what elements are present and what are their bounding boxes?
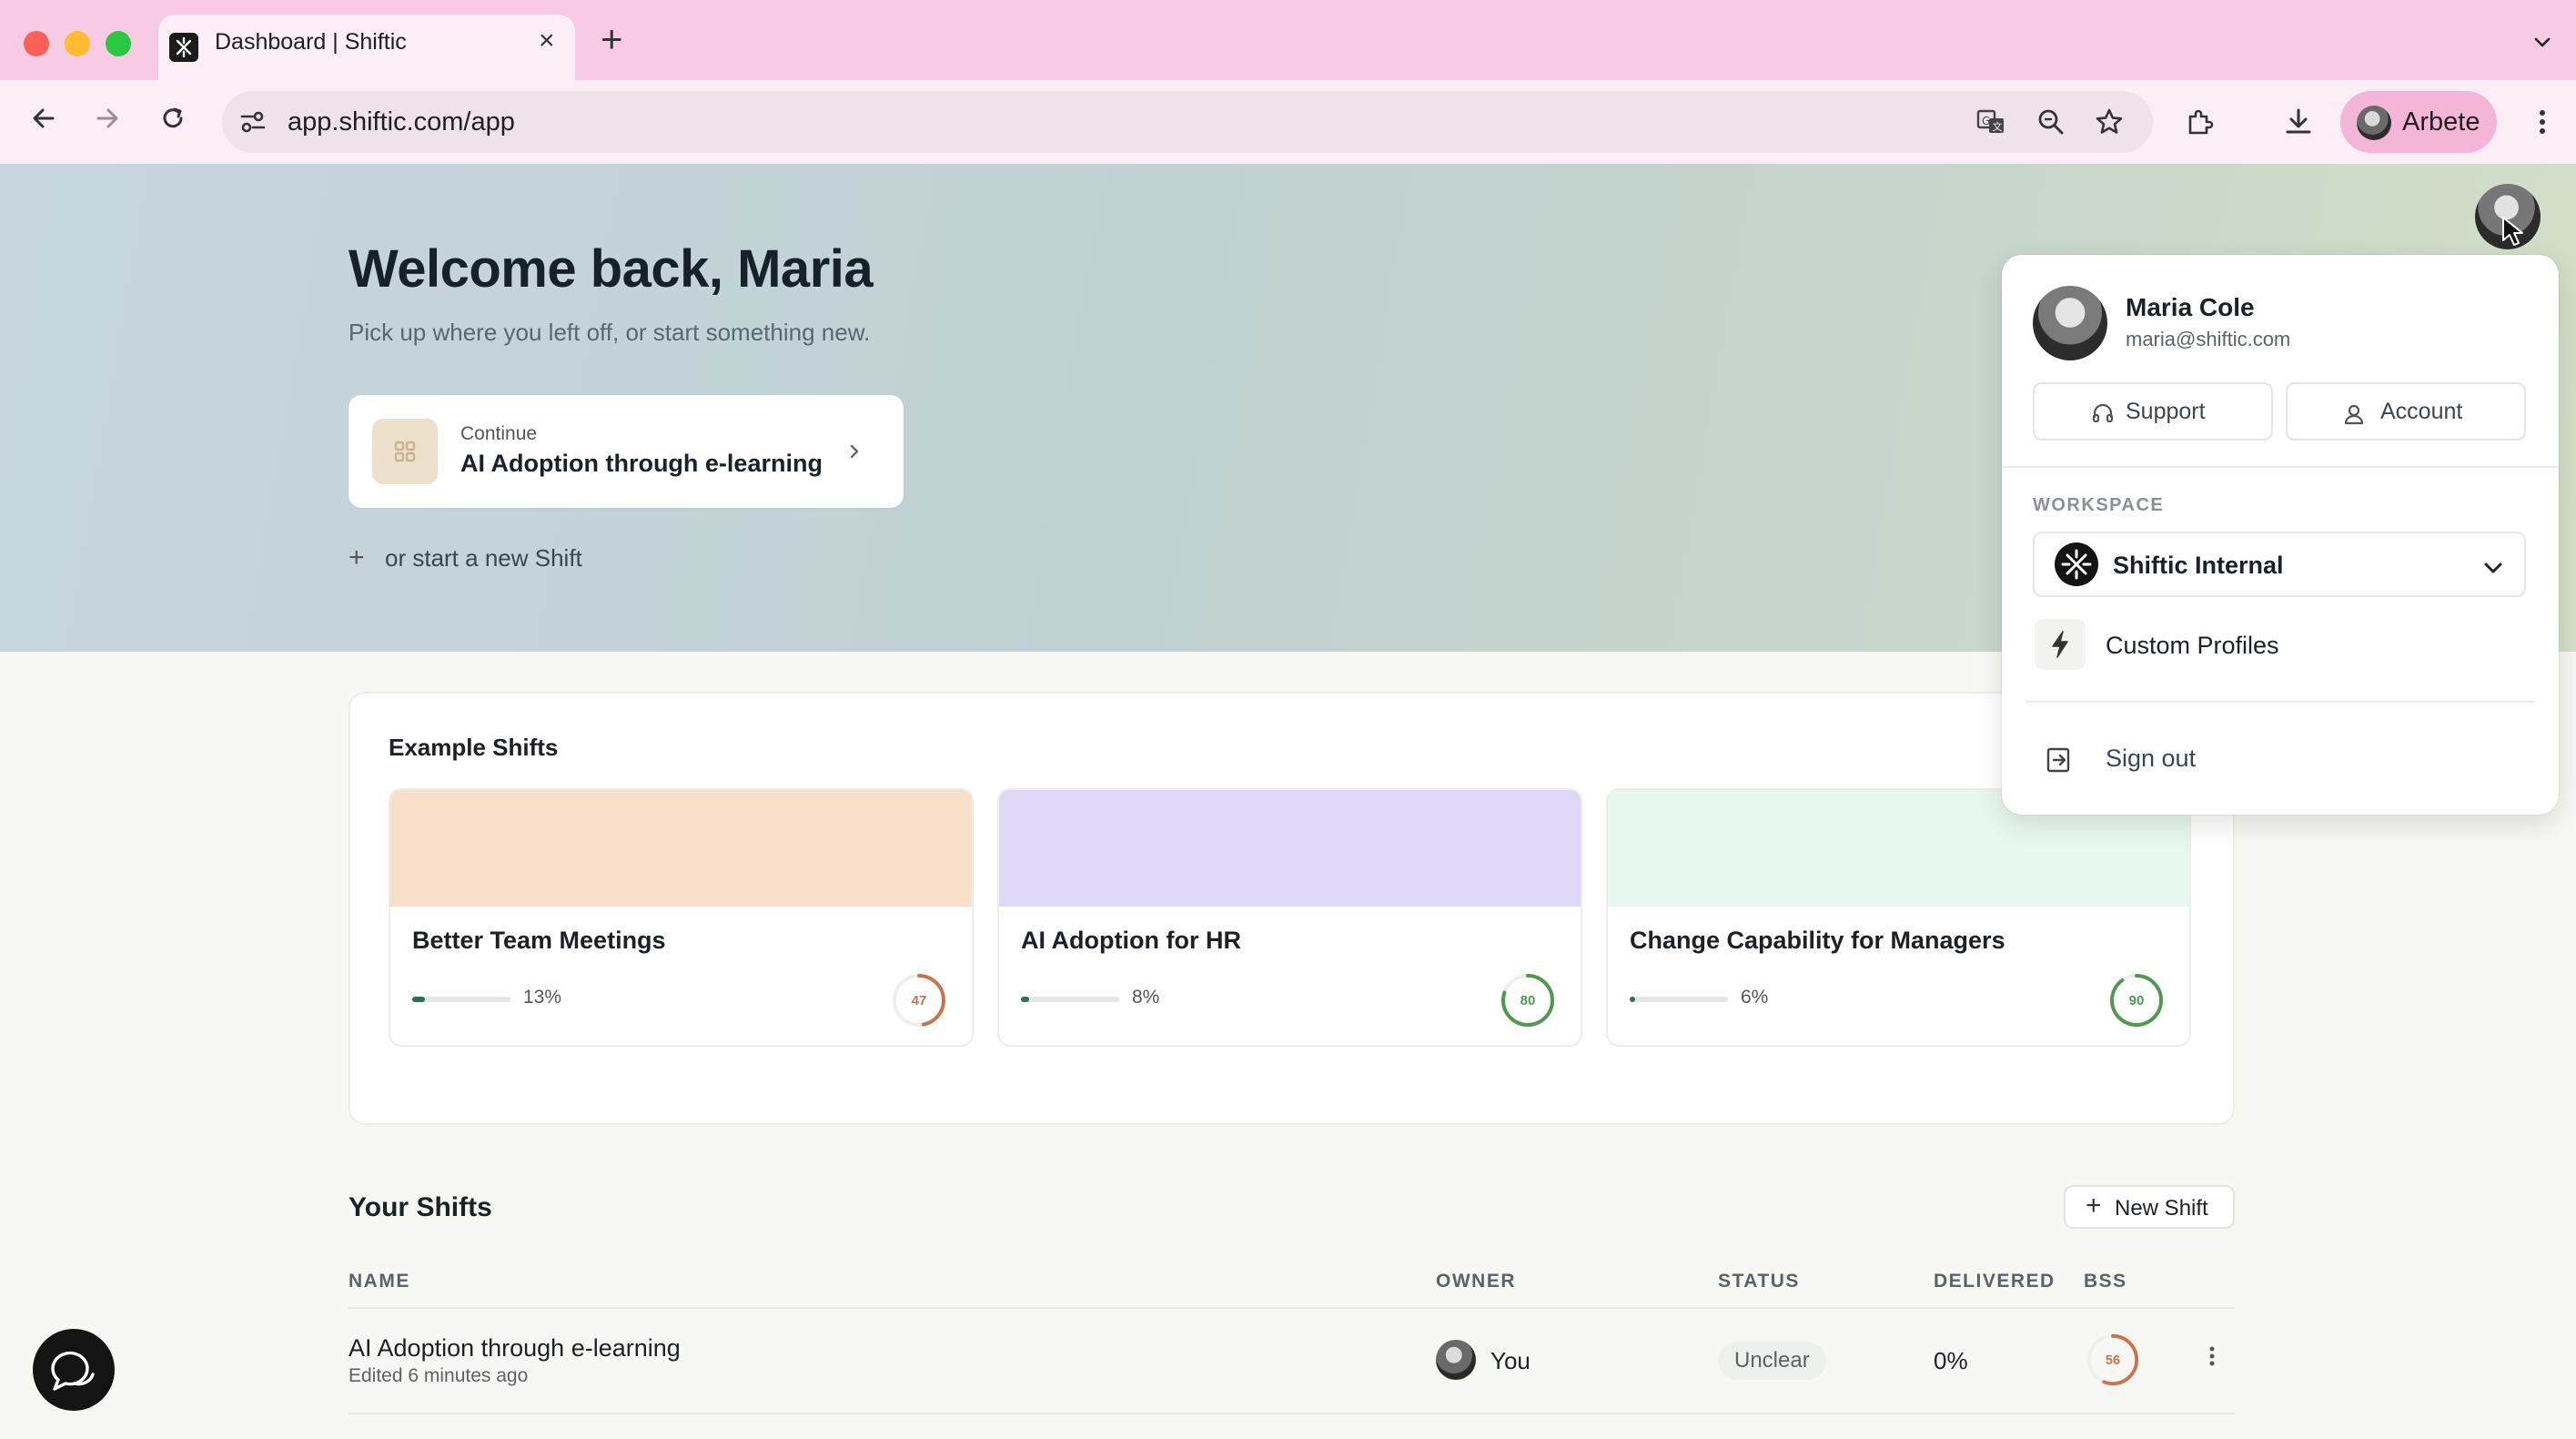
progress-label: 8% <box>1132 987 1160 1008</box>
tab-title: Dashboard | Shiftic <box>215 29 407 55</box>
bss-score-ring: 56 <box>2086 1333 2139 1386</box>
account-menu-avatar <box>2033 286 2107 360</box>
browser-menu-kebab-icon[interactable] <box>2535 107 2550 141</box>
score-ring: 90 <box>2110 974 2163 1027</box>
account-button[interactable]: Account <box>2286 382 2526 441</box>
plus-icon: + <box>349 542 365 573</box>
example-card-title: Better Team Meetings <box>412 927 666 954</box>
your-shifts-title: Your Shifts <box>349 1192 492 1222</box>
shift-edited-time: Edited 6 minutes ago <box>349 1365 529 1386</box>
progress-bar-fill <box>1630 997 1636 1002</box>
chat-bubble-icon <box>51 1351 95 1391</box>
column-header-name[interactable]: NAME <box>349 1271 410 1292</box>
new-shift-label: New Shift <box>2115 1196 2208 1221</box>
plus-icon: + <box>2086 1191 2102 1221</box>
continue-shift-name: AI Adoption through e-learning <box>460 450 823 477</box>
shiftic-favicon-icon <box>169 33 198 62</box>
progress-label: 13% <box>523 987 562 1008</box>
chat-support-launcher[interactable] <box>33 1329 115 1411</box>
site-info-tune-icon[interactable] <box>237 106 269 143</box>
progress-label: 6% <box>1741 987 1769 1008</box>
new-shift-button[interactable]: + New Shift <box>2064 1185 2235 1229</box>
window-close-button[interactable] <box>24 31 49 56</box>
example-card-title: AI Adoption for HR <box>1021 927 1241 954</box>
shiftic-logo-icon <box>2055 542 2098 586</box>
row-more-kebab-icon[interactable] <box>2206 1343 2218 1373</box>
example-shift-card[interactable]: Better Team Meetings 13% 47 <box>389 788 974 1047</box>
shift-grid-icon <box>372 419 438 484</box>
back-arrow-icon[interactable] <box>27 102 60 139</box>
tab-close-icon[interactable]: × <box>539 27 555 55</box>
account-label: Account <box>2380 399 2463 424</box>
extensions-puzzle-icon[interactable] <box>2184 106 2217 143</box>
score-value: 80 <box>1520 993 1536 1008</box>
menu-divider <box>2002 466 2559 468</box>
bss-value: 56 <box>2106 1353 2120 1368</box>
forward-arrow-icon[interactable] <box>91 102 124 139</box>
support-label: Support <box>2126 399 2206 424</box>
headset-icon <box>2091 402 2115 432</box>
owner-name: You <box>1490 1347 1530 1374</box>
account-user-email: maria@shiftic.com <box>2126 328 2291 350</box>
column-header-bss[interactable]: BSS <box>2084 1271 2127 1292</box>
browser-profile-name: Arbete <box>2402 107 2480 137</box>
chevron-down-icon <box>2479 553 2508 587</box>
svg-text:G: G <box>1982 115 1990 127</box>
score-ring: 47 <box>893 974 945 1027</box>
start-new-shift-label: or start a new Shift <box>385 544 582 572</box>
shift-name[interactable]: AI Adoption through e-learning <box>349 1334 681 1363</box>
bookmark-star-icon[interactable] <box>2093 106 2126 143</box>
score-ring: 80 <box>1501 974 1554 1027</box>
page-subtitle: Pick up where you left off, or start som… <box>349 319 871 346</box>
lightning-bolt-icon <box>2035 619 2086 670</box>
workspace-section-label: WORKSPACE <box>2033 495 2165 515</box>
progress-bar-fill <box>412 997 426 1002</box>
tab-search-chevron-icon[interactable] <box>2531 31 2553 57</box>
progress-bar-fill <box>1021 997 1029 1002</box>
user-icon <box>2342 402 2366 432</box>
score-value: 47 <box>912 993 927 1008</box>
mouse-cursor-icon <box>2500 215 2526 252</box>
sign-out-label: Sign out <box>2106 745 2197 772</box>
example-card-banner <box>999 790 1581 907</box>
owner-avatar <box>1436 1340 1476 1380</box>
translate-icon[interactable]: G文 <box>1975 106 2007 143</box>
status-badge: Unclear <box>1718 1342 1826 1380</box>
score-value: 90 <box>2129 993 2145 1008</box>
workspace-name: Shiftic Internal <box>2113 552 2284 579</box>
browser-profile-avatar <box>2357 106 2391 140</box>
sign-out-icon <box>2044 745 2075 780</box>
example-shifts-title: Example Shifts <box>389 734 559 761</box>
example-shift-card[interactable]: Change Capability for Managers 6% 90 <box>1606 788 2191 1047</box>
delivered-value: 0% <box>1934 1347 1968 1374</box>
svg-text:文: 文 <box>1993 120 2003 133</box>
example-card-title: Change Capability for Managers <box>1630 927 2005 954</box>
progress-bar <box>1630 997 1728 1002</box>
window-minimize-button[interactable] <box>65 31 90 56</box>
progress-bar <box>1021 997 1119 1002</box>
downloads-icon[interactable] <box>2282 106 2315 143</box>
progress-bar <box>412 997 510 1002</box>
custom-profiles-label: Custom Profiles <box>2106 632 2279 659</box>
page-title: Welcome back, Maria <box>349 239 874 299</box>
continue-label: Continue <box>460 423 538 444</box>
zoom-icon[interactable] <box>2035 106 2067 143</box>
url-text[interactable]: app.shiftic.com/app <box>288 107 515 137</box>
new-tab-icon[interactable]: + <box>601 20 623 58</box>
example-card-banner <box>390 790 972 907</box>
window-zoom-button[interactable] <box>106 31 131 56</box>
column-header-delivered[interactable]: DELIVERED <box>1934 1271 2056 1292</box>
column-header-status[interactable]: STATUS <box>1718 1271 1800 1292</box>
table-header-divider <box>349 1307 2235 1309</box>
chevron-right-icon <box>844 439 864 469</box>
example-shift-card[interactable]: AI Adoption for HR 8% 80 <box>997 788 1582 1047</box>
reload-icon[interactable] <box>157 102 189 139</box>
table-row-divider <box>349 1413 2235 1414</box>
column-header-owner[interactable]: OWNER <box>1436 1271 1516 1292</box>
start-new-shift-link[interactable]: + or start a new Shift <box>349 542 582 573</box>
menu-divider <box>2025 701 2535 703</box>
account-user-name: Maria Cole <box>2126 293 2255 321</box>
support-button[interactable]: Support <box>2033 382 2273 441</box>
